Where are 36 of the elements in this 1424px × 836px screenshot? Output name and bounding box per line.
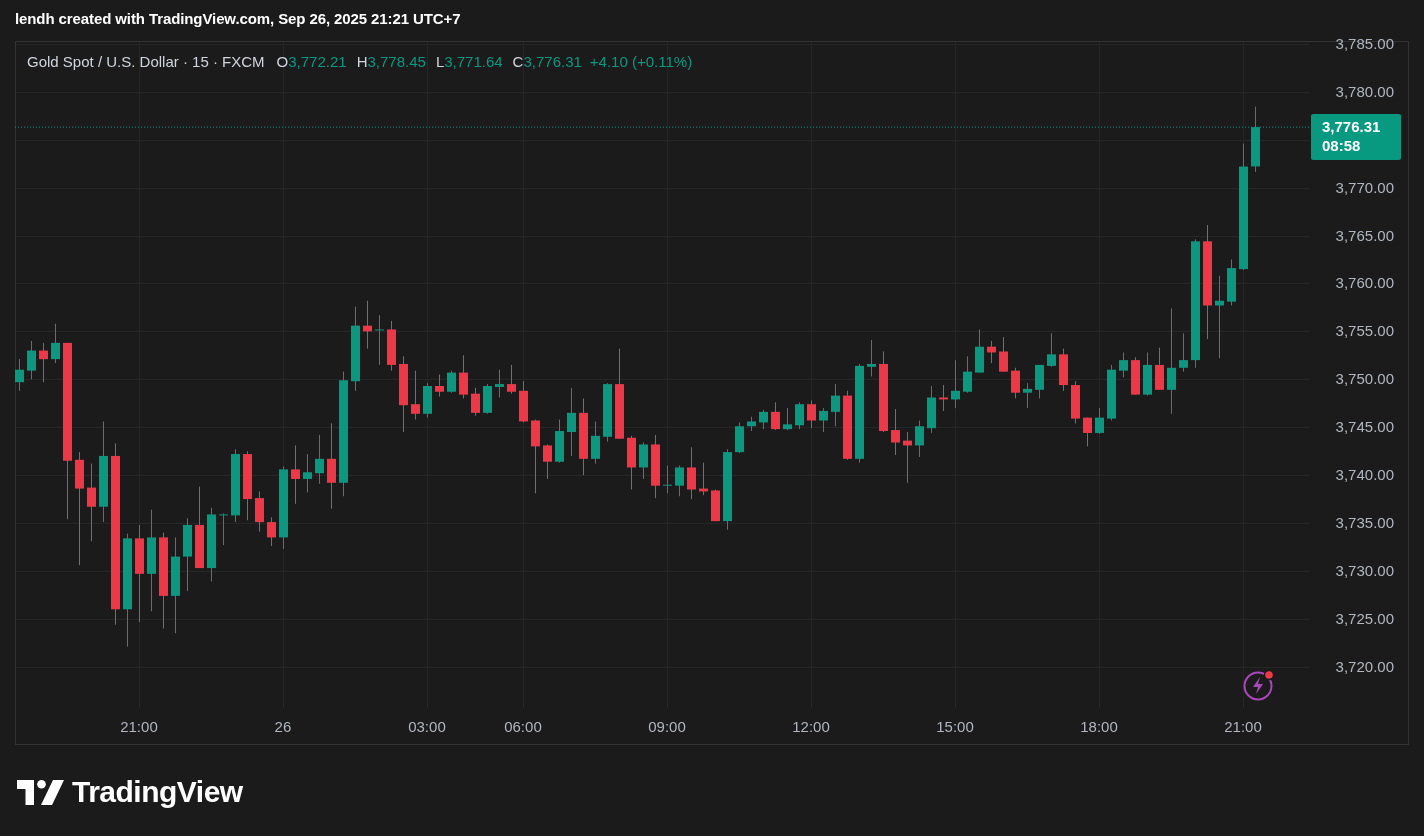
ohlc-label: O — [276, 53, 289, 70]
price-axis-label: 3,720.00 — [1335, 657, 1394, 675]
price-axis-label: 3,740.00 — [1335, 466, 1394, 484]
price-label: 3,776.31 08:58 — [1311, 114, 1401, 161]
time-axis-label: 09:00 — [648, 718, 686, 735]
ohlc-value: 3,772.21 — [288, 53, 347, 70]
change-text: +4.10 (+0.11%) — [589, 53, 693, 70]
ohlc-label: L — [435, 53, 445, 70]
symbol-text: Gold Spot / U.S. Dollar · 15 · FXCM — [27, 53, 265, 70]
time-axis-label: 18:00 — [1080, 718, 1118, 735]
price-axis-label: 3,755.00 — [1335, 322, 1394, 340]
logo-text: TradingView — [72, 775, 243, 809]
time-axis-label: 03:00 — [408, 718, 446, 735]
price-axis-label: 3,785.00 — [1335, 34, 1394, 52]
price-axis-label: 3,735.00 — [1335, 514, 1394, 532]
ohlc-label: H — [356, 53, 368, 70]
logo-icon — [17, 779, 64, 805]
price-axis-label: 3,725.00 — [1335, 609, 1394, 627]
price-axis-label: 3,770.00 — [1335, 178, 1394, 196]
time-axis-label: 15:00 — [936, 718, 974, 735]
price-axis-label: 3,750.00 — [1335, 370, 1394, 388]
ohlc-label: C — [512, 53, 524, 70]
price-axis-label: 3,760.00 — [1335, 274, 1394, 292]
price-axis-label: 3,745.00 — [1335, 418, 1394, 436]
price-axis-label: 3,730.00 — [1335, 561, 1394, 579]
price-axis-label: 3,765.00 — [1335, 226, 1394, 244]
time-axis-label: 26 — [274, 718, 292, 735]
ohlc-value: 3,771.64 — [444, 53, 503, 70]
time-axis-label: 06:00 — [504, 718, 542, 735]
ohlc-value: 3,778.45 — [367, 53, 426, 70]
ohlc-value: 3,776.31 — [523, 53, 582, 70]
chart-credit-text: lendh created with TradingView.com, Sep 26, 2025 21:21 UTC+7 — [15, 10, 461, 27]
time-axis-label: 21:00 — [1224, 718, 1262, 735]
time-axis-label: 21:00 — [120, 718, 158, 735]
time-axis-label: 12:00 — [792, 718, 830, 735]
price-axis-label: 3,780.00 — [1335, 82, 1394, 100]
